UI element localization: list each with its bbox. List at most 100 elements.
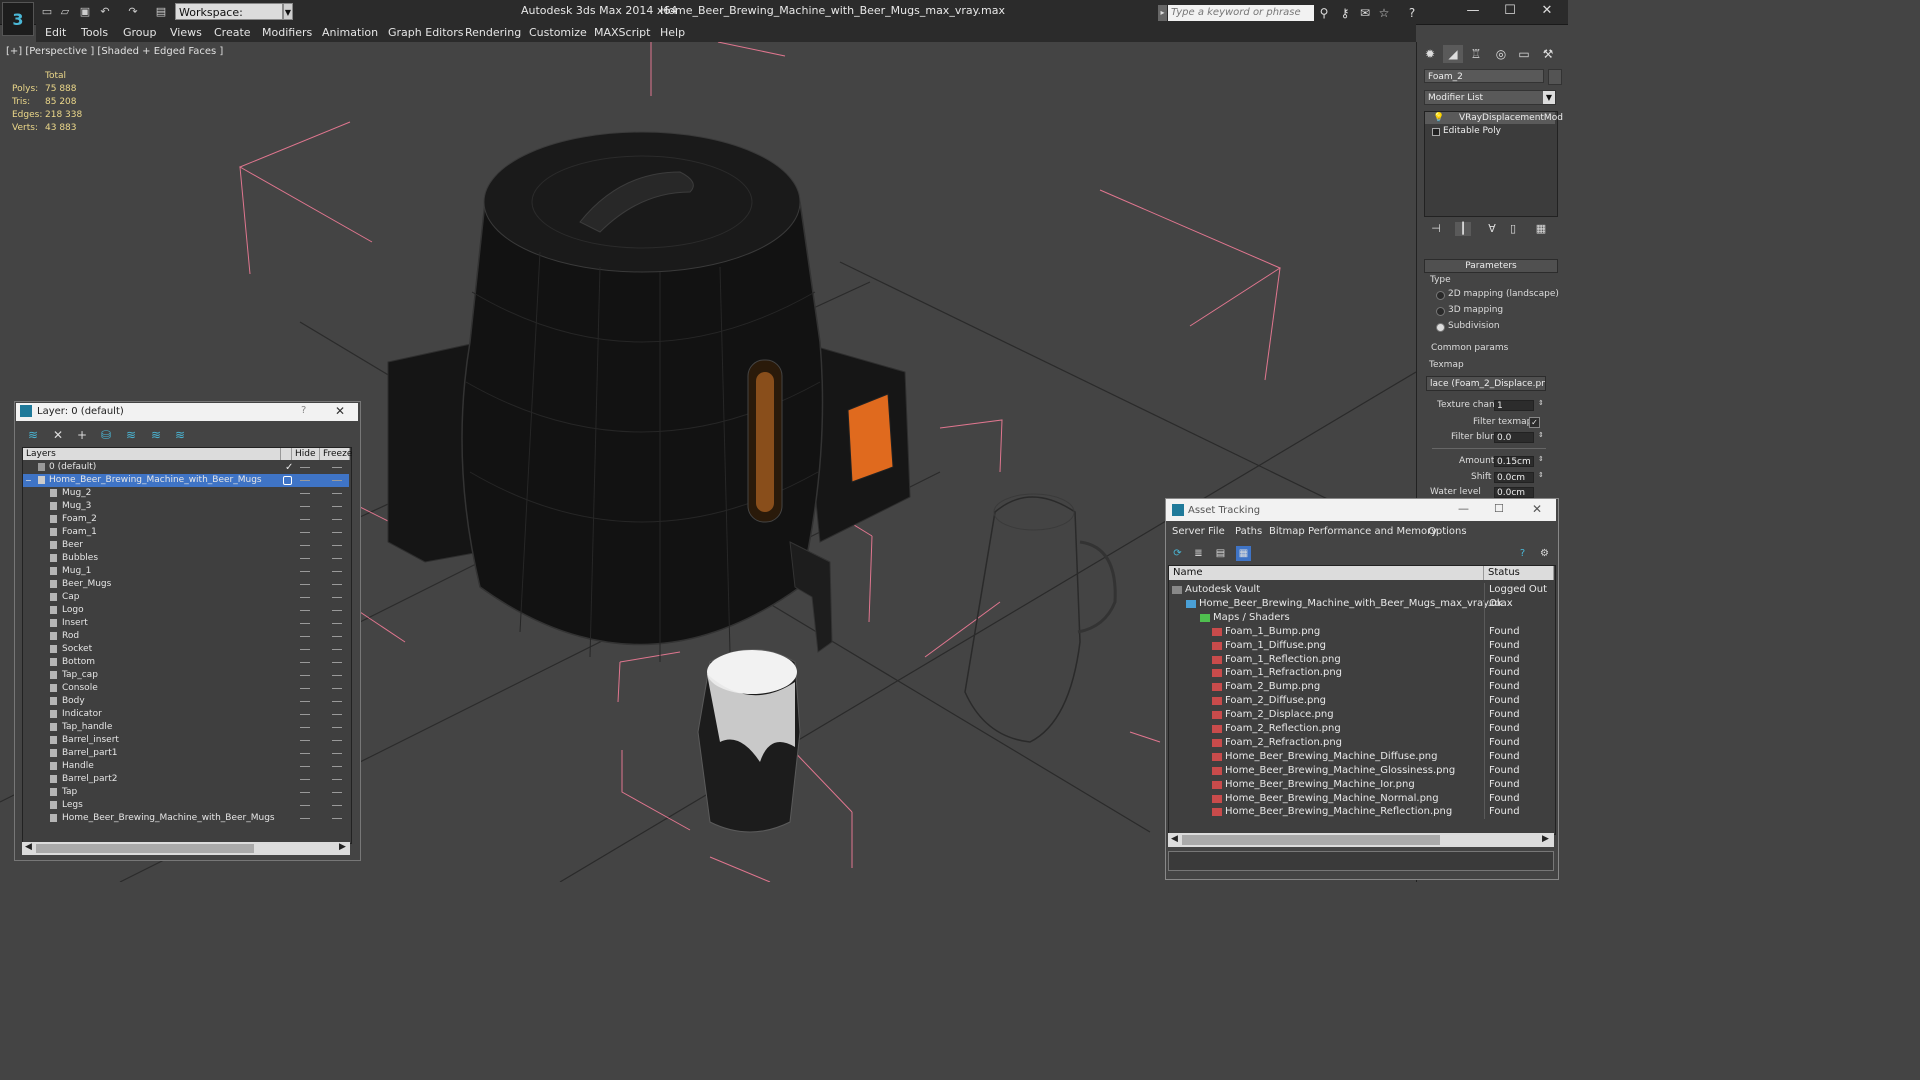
refresh-icon[interactable]: ⟳ bbox=[1170, 546, 1185, 561]
hide-toggle[interactable] bbox=[300, 675, 310, 676]
freeze-toggle[interactable] bbox=[332, 740, 342, 741]
asset-row[interactable]: Foam_1_Bump.png Found bbox=[1169, 624, 1554, 639]
viewport-label[interactable]: [+] [Perspective ] [Shaded + Edged Faces… bbox=[6, 46, 223, 57]
hide-toggle[interactable] bbox=[300, 805, 310, 806]
freeze-column-header[interactable]: Freeze bbox=[320, 448, 352, 460]
motion-tab-icon[interactable]: ◎ bbox=[1491, 45, 1511, 63]
asset-row[interactable]: Autodesk Vault Logged Out ... bbox=[1169, 583, 1554, 609]
layer-object-row[interactable]: Home_Beer_Brewing_Machine_with_Beer_Mugs bbox=[23, 812, 349, 825]
freeze-toggle[interactable] bbox=[332, 545, 342, 546]
asset-row[interactable]: Home_Beer_Brewing_Machine_Diffuse.png Fou… bbox=[1169, 749, 1554, 764]
open-file-icon[interactable]: ▱ bbox=[58, 5, 72, 18]
new-file-icon[interactable]: ▭ bbox=[40, 5, 54, 18]
hide-toggle[interactable] bbox=[300, 597, 310, 598]
layer-object-row[interactable]: Indicator bbox=[23, 708, 349, 721]
freeze-toggle[interactable] bbox=[332, 571, 342, 572]
freeze-toggle[interactable] bbox=[332, 649, 342, 650]
freeze-toggle[interactable] bbox=[332, 584, 342, 585]
freeze-toggle[interactable] bbox=[332, 610, 342, 611]
layers-column-header[interactable]: Layers bbox=[23, 448, 281, 460]
hide-toggle[interactable] bbox=[300, 688, 310, 689]
hide-toggle[interactable] bbox=[300, 714, 310, 715]
modify-tab-icon[interactable]: ◢ bbox=[1443, 45, 1463, 63]
texture-chan-spinner[interactable]: 1 bbox=[1494, 400, 1534, 411]
scrollbar-thumb[interactable] bbox=[1182, 835, 1440, 845]
hide-toggle[interactable] bbox=[300, 493, 310, 494]
asset-maximize-button[interactable]: ☐ bbox=[1494, 502, 1504, 515]
application-logo-icon[interactable]: 3 bbox=[2, 2, 34, 36]
object-color-swatch[interactable] bbox=[1548, 69, 1562, 85]
menu-modifiers[interactable]: Modifiers bbox=[262, 26, 312, 39]
minimize-button[interactable]: — bbox=[1458, 2, 1488, 20]
asset-row[interactable]: Foam_2_Diffuse.png Found bbox=[1169, 694, 1554, 709]
layer-dialog-help-button[interactable]: ? bbox=[301, 405, 306, 416]
asset-row[interactable]: Foam_1_Reflection.png Found bbox=[1169, 652, 1554, 667]
hide-toggle[interactable] bbox=[300, 584, 310, 585]
freeze-toggle[interactable] bbox=[332, 636, 342, 637]
freeze-toggle[interactable] bbox=[332, 779, 342, 780]
hide-toggle[interactable] bbox=[300, 818, 310, 819]
save-file-icon[interactable]: ▣ bbox=[78, 5, 92, 18]
asset-row[interactable]: Foam_2_Refraction.png Found bbox=[1169, 735, 1554, 750]
layer-object-row[interactable]: Socket bbox=[23, 643, 349, 656]
delete-layer-icon[interactable]: ✕ bbox=[49, 427, 67, 443]
freeze-all-layers-icon[interactable]: ≋ bbox=[171, 427, 189, 443]
hide-toggle[interactable] bbox=[300, 467, 310, 468]
layer-object-row[interactable]: Bubbles bbox=[23, 552, 349, 565]
search-expand-icon[interactable]: ▸ bbox=[1158, 5, 1167, 21]
stack-item-vraydisplacement[interactable]: VRayDisplacementMod bbox=[1459, 113, 1563, 123]
layer-object-row[interactable]: Mug_1 bbox=[23, 565, 349, 578]
undo-icon[interactable]: ↶ bbox=[98, 5, 112, 18]
spinner-arrows-icon[interactable]: ⇕ bbox=[1538, 455, 1544, 463]
layer-object-row[interactable]: Mug_2 bbox=[23, 487, 349, 500]
asset-minimize-button[interactable]: — bbox=[1458, 502, 1469, 515]
binoculars-icon[interactable]: ⚲ bbox=[1316, 5, 1332, 21]
freeze-toggle[interactable] bbox=[332, 532, 342, 533]
add-to-layer-icon[interactable]: + bbox=[73, 427, 91, 443]
table-view-icon[interactable]: ▦ bbox=[1236, 546, 1251, 561]
layer-object-row[interactable]: Handle bbox=[23, 760, 349, 773]
asset-status-column-header[interactable]: Status bbox=[1484, 566, 1554, 580]
scroll-left-icon[interactable]: ◀ bbox=[1171, 834, 1178, 844]
freeze-toggle[interactable] bbox=[332, 701, 342, 702]
amount-spinner[interactable]: 0.15cm bbox=[1494, 456, 1534, 467]
highlight-layer-icon[interactable]: ≋ bbox=[122, 427, 140, 443]
asset-menu-server[interactable]: Server bbox=[1172, 526, 1205, 537]
spinner-arrows-icon[interactable]: ⇕ bbox=[1538, 431, 1544, 439]
hide-toggle[interactable] bbox=[300, 480, 310, 481]
menu-customize[interactable]: Customize bbox=[529, 26, 587, 39]
subscription-icon[interactable]: ⚷ bbox=[1337, 5, 1353, 21]
stack-item-editable-poly[interactable]: Editable Poly bbox=[1443, 126, 1501, 136]
layer-object-row[interactable]: Insert bbox=[23, 617, 349, 630]
water-level-spinner[interactable]: 0.0cm bbox=[1494, 487, 1534, 498]
asset-row[interactable]: Foam_1_Refraction.png Found bbox=[1169, 666, 1554, 681]
menu-group[interactable]: Group bbox=[123, 26, 157, 39]
layer-object-row[interactable]: Mug_3 bbox=[23, 500, 349, 513]
freeze-toggle[interactable] bbox=[332, 506, 342, 507]
freeze-toggle[interactable] bbox=[332, 688, 342, 689]
hide-toggle[interactable] bbox=[300, 636, 310, 637]
layer-object-row[interactable]: Tap bbox=[23, 786, 349, 799]
layer-object-row[interactable]: Beer bbox=[23, 539, 349, 552]
freeze-toggle[interactable] bbox=[332, 662, 342, 663]
hide-toggle[interactable] bbox=[300, 571, 310, 572]
asset-menu-options[interactable]: Options bbox=[1428, 526, 1467, 537]
create-tab-icon[interactable]: ✹ bbox=[1420, 45, 1440, 63]
asset-row[interactable]: Home_Beer_Brewing_Machine_Normal.png Foun… bbox=[1169, 791, 1554, 806]
freeze-toggle[interactable] bbox=[332, 727, 342, 728]
hide-column-header[interactable]: Hide bbox=[292, 448, 320, 460]
shift-spinner[interactable]: 0.0cm bbox=[1494, 472, 1534, 483]
asset-name-column-header[interactable]: Name bbox=[1169, 566, 1484, 580]
menu-maxscript[interactable]: MAXScript bbox=[594, 26, 650, 39]
current-layer-box-icon[interactable] bbox=[283, 476, 292, 485]
lightbulb-icon[interactable]: 💡 bbox=[1433, 113, 1444, 123]
hide-toggle[interactable] bbox=[300, 792, 310, 793]
object-name-field[interactable]: Foam_2 bbox=[1424, 69, 1544, 83]
hide-toggle[interactable] bbox=[300, 740, 310, 741]
hide-toggle[interactable] bbox=[300, 545, 310, 546]
pin-stack-icon[interactable]: ⊣ bbox=[1428, 222, 1444, 236]
asset-list-scrollbar[interactable]: ◀ ▶ bbox=[1168, 833, 1554, 847]
help-icon[interactable]: ? bbox=[1404, 5, 1420, 21]
hide-toggle[interactable] bbox=[300, 779, 310, 780]
freeze-toggle[interactable] bbox=[332, 753, 342, 754]
